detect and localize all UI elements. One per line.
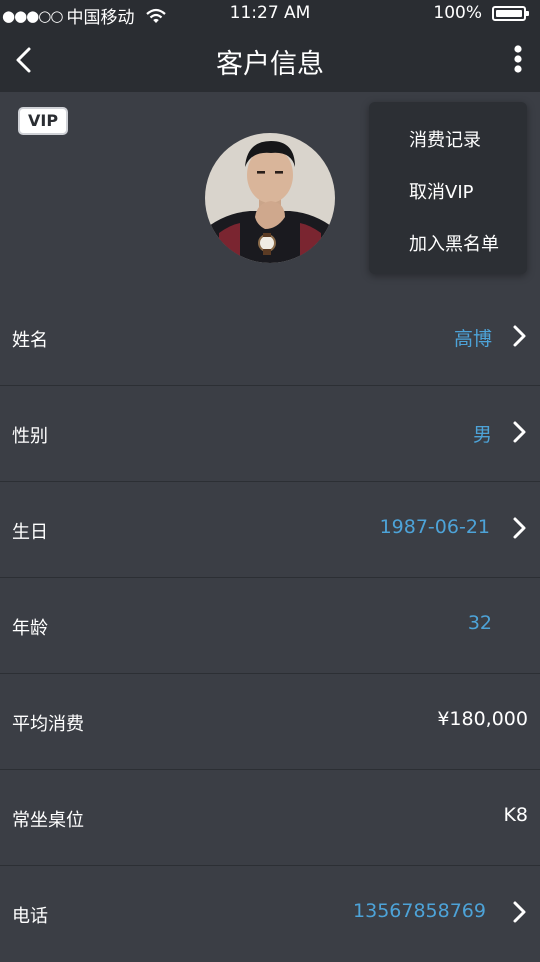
row-birthday[interactable]: 生日 1987-06-21 [0, 482, 540, 578]
battery-percent: 100% [433, 3, 482, 23]
row-value: 32 [467, 612, 492, 634]
options-dropdown-menu: 消费记录 取消VIP 加入黑名单 [369, 102, 527, 274]
vip-badge: VIP [18, 107, 69, 135]
page-title: 客户信息 [216, 49, 324, 80]
chevron-right-icon [513, 517, 526, 539]
status-right: 100% [433, 3, 529, 23]
row-value: K8 [503, 804, 528, 826]
row-value: ¥180,000 [437, 708, 528, 730]
menu-item-purchase-history[interactable]: 消费记录 [409, 126, 481, 152]
row-label: 姓名 [12, 330, 48, 351]
row-label: 平均消费 [12, 714, 84, 735]
chevron-right-icon [513, 421, 526, 443]
menu-item-add-to-blacklist[interactable]: 加入黑名单 [409, 230, 499, 256]
row-value: 1987-06-21 [379, 516, 490, 538]
row-label: 电话 [12, 906, 48, 927]
row-average-spending: 平均消费 ¥180,000 [0, 674, 540, 770]
more-options-button[interactable] [508, 42, 528, 78]
status-bar: ●●●○○ 中国移动 11:27 AM 100% [0, 0, 540, 28]
row-label: 年龄 [12, 618, 48, 639]
row-value: 高博 [453, 328, 492, 350]
row-value: 男 [472, 424, 492, 446]
nav-bar: 客户信息 [0, 28, 540, 92]
menu-item-cancel-vip[interactable]: 取消VIP [409, 178, 473, 204]
row-label: 性别 [12, 426, 48, 447]
avatar-photo [205, 133, 335, 263]
row-name[interactable]: 姓名 高博 [0, 290, 540, 386]
row-gender[interactable]: 性别 男 [0, 386, 540, 482]
row-age: 年龄 32 [0, 578, 540, 674]
avatar[interactable] [205, 133, 335, 263]
row-label: 常坐桌位 [12, 810, 84, 831]
row-value: 13567858769 [353, 900, 486, 922]
more-vertical-icon [514, 45, 522, 73]
battery-icon [492, 5, 529, 21]
row-label: 生日 [12, 522, 48, 543]
row-usual-table: 常坐桌位 K8 [0, 770, 540, 866]
chevron-right-icon [513, 901, 526, 923]
chevron-right-icon [513, 325, 526, 347]
row-phone[interactable]: 电话 13567858769 [0, 866, 540, 962]
